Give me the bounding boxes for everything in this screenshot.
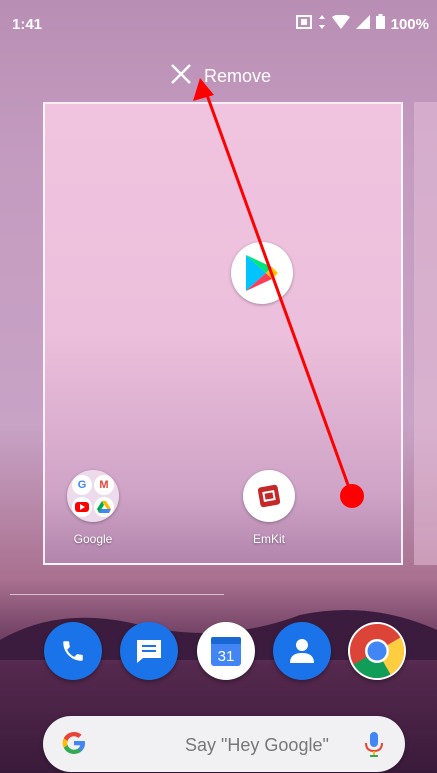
emkit-app[interactable]: EmKit <box>243 470 295 546</box>
contacts-icon[interactable] <box>273 622 331 680</box>
calendar-icon[interactable]: 31 <box>197 622 255 680</box>
signal-icon <box>355 14 370 34</box>
messages-icon[interactable] <box>120 622 178 680</box>
gmail-icon: M <box>94 475 114 495</box>
remove-drop-target[interactable]: Remove <box>170 62 271 90</box>
nfc-icon <box>295 14 312 34</box>
status-time: 1:41 <box>12 16 43 33</box>
calendar-day: 31 <box>218 648 235 665</box>
mic-icon[interactable] <box>365 732 383 763</box>
data-arrows-icon <box>318 14 326 34</box>
close-icon <box>170 62 192 90</box>
drive-icon <box>94 497 114 517</box>
search-placeholder: Say "Hey Google" <box>185 735 329 755</box>
google-folder[interactable]: G M Google <box>67 470 119 546</box>
next-workspace-preview[interactable] <box>414 102 437 565</box>
chrome-icon[interactable] <box>348 622 406 680</box>
dragged-app-icon[interactable] <box>231 242 293 304</box>
google-g-icon: G <box>72 475 92 495</box>
battery-percent: 100% <box>390 15 429 33</box>
app-label-emkit: EmKit <box>252 532 285 546</box>
google-g-icon <box>61 730 87 763</box>
remove-label: Remove <box>204 65 272 86</box>
battery-icon <box>375 14 385 34</box>
google-search-bar[interactable]: Say "Hey Google" <box>43 716 405 772</box>
status-bar: 1:41 100% <box>0 0 437 46</box>
workspace-preview[interactable]: G M Google EmKit <box>43 102 403 565</box>
play-store-icon <box>231 242 293 304</box>
folder-icon: G M <box>67 470 119 522</box>
page-indicator-line <box>10 594 224 595</box>
dock: 31 <box>0 622 437 682</box>
emkit-icon <box>243 470 295 522</box>
status-icons: 100% <box>295 13 429 34</box>
app-label-google: Google <box>73 532 113 546</box>
youtube-icon <box>72 497 92 517</box>
wifi-icon <box>331 13 350 34</box>
phone-icon[interactable] <box>44 622 102 680</box>
